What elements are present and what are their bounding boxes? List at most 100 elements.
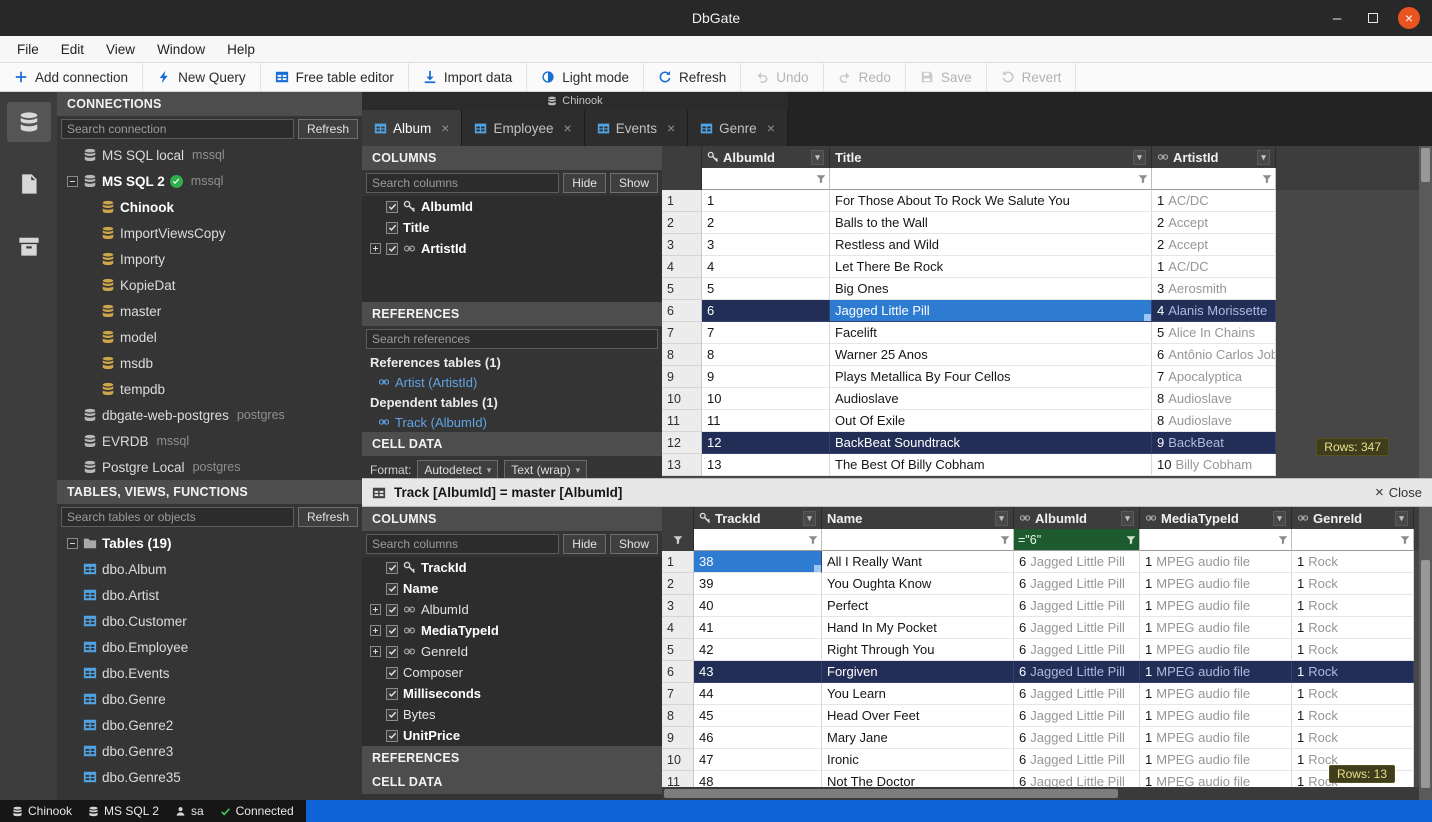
connection-item[interactable]: MS SQL 2 mssql — [57, 168, 362, 194]
cell-albumid[interactable]: 6 Jagged Little Pill — [1014, 683, 1140, 705]
row-number[interactable]: 10 — [662, 749, 694, 771]
cell-albumid[interactable]: 6 Jagged Little Pill — [1014, 661, 1140, 683]
column-item[interactable]: Composer — [362, 662, 662, 683]
cell-albumid[interactable]: 6 — [702, 300, 830, 322]
connection-item[interactable]: master — [57, 298, 362, 324]
cell-trackid[interactable]: 46 — [694, 727, 822, 749]
cell-title[interactable]: Out Of Exile — [830, 410, 1152, 432]
cell-title[interactable]: Plays Metallica By Four Cellos — [830, 366, 1152, 388]
table-row[interactable]: 4 41 Hand In My Pocket 6 Jagged Little P… — [662, 617, 1419, 639]
rail-item[interactable] — [7, 102, 51, 142]
toolbar-button[interactable]: Import data — [409, 63, 527, 91]
cell-albumid[interactable]: 6 Jagged Little Pill — [1014, 705, 1140, 727]
filter-funnel-icon[interactable] — [808, 535, 818, 545]
row-number[interactable]: 10 — [662, 388, 702, 410]
cell-artistid[interactable]: 8 Audioslave — [1152, 410, 1276, 432]
connection-item[interactable]: MS SQL local mssql — [57, 142, 362, 168]
row-number[interactable]: 7 — [662, 683, 694, 705]
table-row[interactable]: 1 1 For Those About To Rock We Salute Yo… — [662, 190, 1419, 212]
filter-input[interactable] — [1140, 529, 1278, 550]
vertical-scrollbar[interactable] — [1419, 146, 1432, 478]
connections-refresh-button[interactable]: Refresh — [298, 119, 358, 139]
filter-funnel-icon[interactable] — [1000, 535, 1010, 545]
column-header[interactable]: ArtistId ▾ — [1152, 146, 1276, 168]
rail-item[interactable] — [7, 164, 51, 204]
cell-albumid[interactable]: 6 Jagged Little Pill — [1014, 573, 1140, 595]
cell-mediatypeid[interactable]: 1 MPEG audio file — [1140, 551, 1292, 573]
filter-input[interactable] — [702, 168, 816, 189]
cell-name[interactable]: Perfect — [822, 595, 1014, 617]
table-item[interactable]: dbo.Employee — [57, 634, 362, 660]
expander-icon[interactable] — [370, 604, 381, 615]
table-item[interactable]: dbo.Artist — [57, 582, 362, 608]
cell-albumid[interactable]: 5 — [702, 278, 830, 300]
table-row[interactable]: 12 12 BackBeat Soundtrack 9 BackBeat — [662, 432, 1419, 454]
cell-artistid[interactable]: 5 Alice In Chains — [1152, 322, 1276, 344]
toolbar-button[interactable]: Add connection — [0, 63, 143, 91]
table-row[interactable]: 3 3 Restless and Wild 2 Accept — [662, 234, 1419, 256]
table-item[interactable]: dbo.Events — [57, 660, 362, 686]
menu-item[interactable]: View — [95, 36, 146, 62]
cell-genreid[interactable]: 1 Rock — [1292, 639, 1414, 661]
column-header[interactable]: Name ▾ — [822, 507, 1014, 529]
column-item[interactable]: Name — [362, 578, 662, 599]
row-number[interactable]: 8 — [662, 344, 702, 366]
table-item[interactable]: dbo.Genre — [57, 686, 362, 712]
connection-item[interactable]: Postgre Local postgres — [57, 454, 362, 480]
table-row[interactable]: 2 2 Balls to the Wall 2 Accept — [662, 212, 1419, 234]
row-number[interactable]: 2 — [662, 573, 694, 595]
cell-title[interactable]: Facelift — [830, 322, 1152, 344]
cell-name[interactable]: Right Through You — [822, 639, 1014, 661]
column-item[interactable]: MediaTypeId — [362, 620, 662, 641]
cell-title[interactable]: The Best Of Billy Cobham — [830, 454, 1152, 476]
column-item[interactable]: AlbumId — [362, 196, 662, 217]
row-number[interactable]: 5 — [662, 639, 694, 661]
cell-title[interactable]: Restless and Wild — [830, 234, 1152, 256]
connection-item[interactable]: tempdb — [57, 376, 362, 402]
column-item[interactable]: Milliseconds — [362, 683, 662, 704]
cell-title[interactable]: Audioslave — [830, 388, 1152, 410]
scrollbar-thumb[interactable] — [664, 789, 1118, 798]
cell-title[interactable]: Balls to the Wall — [830, 212, 1152, 234]
menu-item[interactable]: File — [6, 36, 50, 62]
search-tables-input[interactable] — [61, 507, 294, 527]
cell-title[interactable]: For Those About To Rock We Salute You — [830, 190, 1152, 212]
column-item[interactable]: AlbumId — [362, 599, 662, 620]
filter-funnel-icon[interactable] — [1126, 535, 1136, 545]
cell-trackid[interactable]: 43 — [694, 661, 822, 683]
column-item[interactable]: ArtistId — [362, 238, 662, 259]
hide-button[interactable]: Hide — [563, 534, 606, 554]
cell-title[interactable]: Big Ones — [830, 278, 1152, 300]
tab[interactable]: Events × — [585, 110, 688, 146]
cell-albumid[interactable]: 9 — [702, 366, 830, 388]
expander-icon[interactable] — [370, 243, 381, 254]
format-select[interactable]: Autodetect ▾ — [417, 460, 498, 478]
toolbar-button[interactable]: Refresh — [644, 63, 741, 91]
connection-item[interactable]: msdb — [57, 350, 362, 376]
cell-mediatypeid[interactable]: 1 MPEG audio file — [1140, 727, 1292, 749]
cell-name[interactable]: Mary Jane — [822, 727, 1014, 749]
row-number[interactable]: 11 — [662, 410, 702, 432]
horizontal-scrollbar[interactable] — [662, 787, 1419, 800]
cell-artistid[interactable]: 8 Audioslave — [1152, 388, 1276, 410]
row-number[interactable]: 3 — [662, 234, 702, 256]
row-number[interactable]: 5 — [662, 278, 702, 300]
cell-mediatypeid[interactable]: 1 MPEG audio file — [1140, 617, 1292, 639]
column-checkbox[interactable] — [386, 604, 398, 616]
search-references-input[interactable] — [366, 329, 658, 349]
column-checkbox[interactable] — [386, 243, 398, 255]
search-connection-input[interactable] — [61, 119, 294, 139]
table-row[interactable]: 8 8 Warner 25 Anos 6 Antônio Carlos Jobi… — [662, 344, 1419, 366]
column-menu-chevron[interactable]: ▾ — [995, 511, 1008, 526]
filter-funnel-icon[interactable] — [1400, 535, 1410, 545]
table-item[interactable]: dbo.Genre3 — [57, 738, 362, 764]
filter-cell[interactable] — [1140, 529, 1292, 551]
cell-albumid[interactable]: 3 — [702, 234, 830, 256]
expander-icon[interactable] — [67, 176, 78, 187]
menu-item[interactable]: Window — [146, 36, 216, 62]
cell-mediatypeid[interactable]: 1 MPEG audio file — [1140, 705, 1292, 727]
connection-item[interactable]: model — [57, 324, 362, 350]
table-row[interactable]: 4 4 Let There Be Rock 1 AC/DC — [662, 256, 1419, 278]
column-menu-chevron[interactable]: ▾ — [803, 511, 816, 526]
cell-name[interactable]: Hand In My Pocket — [822, 617, 1014, 639]
